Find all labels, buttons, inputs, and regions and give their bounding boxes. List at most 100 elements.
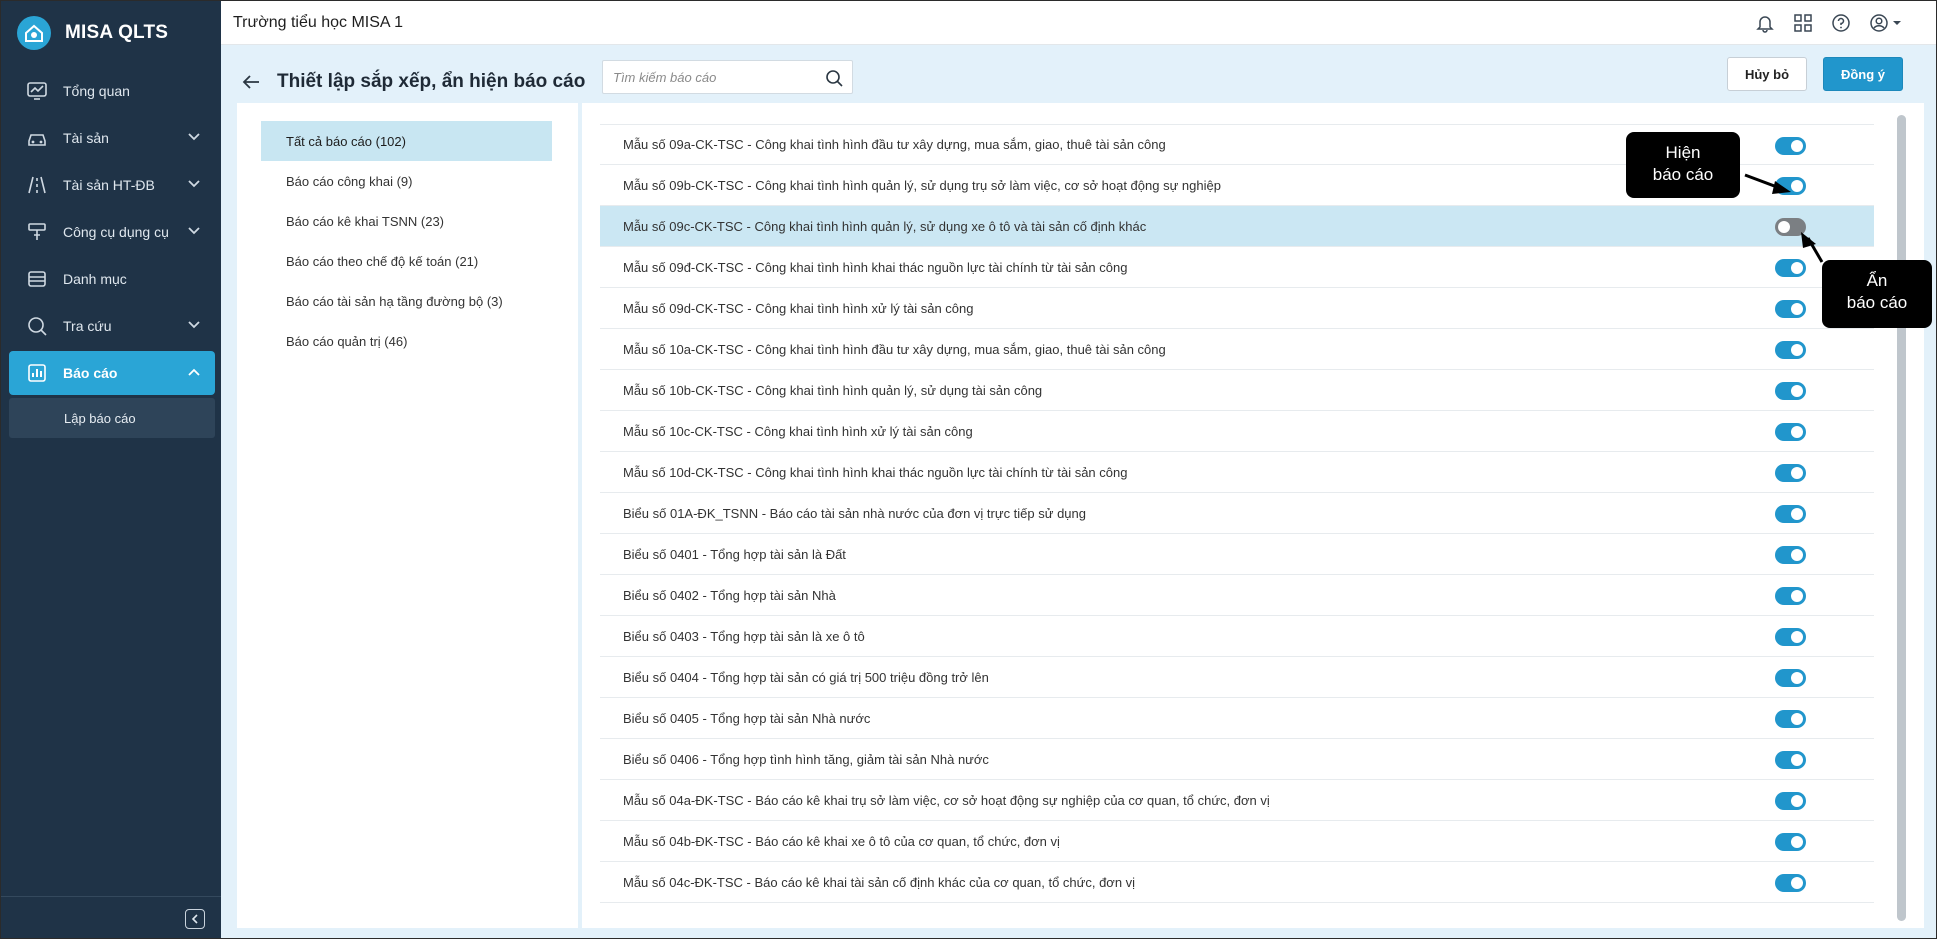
report-row[interactable]: Biểu số 0406 - Tổng hợp tình hình tăng, … — [600, 739, 1874, 780]
sidebar: MISA QLTS Tổng quan Tài sản Tài sản HT-Đ… — [1, 1, 221, 938]
brand[interactable]: MISA QLTS — [17, 15, 168, 51]
visibility-toggle[interactable] — [1775, 792, 1806, 810]
sidebar-item-tong-quan[interactable]: Tổng quan — [9, 69, 215, 113]
visibility-toggle[interactable] — [1775, 833, 1806, 851]
report-row-selected[interactable]: Mẫu số 09c-CK-TSC - Công khai tình hình … — [600, 206, 1874, 247]
visibility-toggle[interactable] — [1775, 751, 1806, 769]
chevron-up-icon[interactable] — [187, 365, 201, 379]
help-icon[interactable] — [1830, 12, 1852, 34]
report-row[interactable]: Biểu số 0403 - Tổng hợp tài sản là xe ô … — [600, 616, 1874, 657]
sidebar-item-tra-cuu[interactable]: Tra cứu — [9, 304, 215, 348]
car-icon — [25, 126, 49, 150]
visibility-toggle[interactable] — [1775, 259, 1806, 277]
report-row[interactable]: Mẫu số 10b-CK-TSC - Công khai tình hình … — [600, 370, 1874, 411]
confirm-button[interactable]: Đồng ý — [1823, 57, 1903, 91]
category-item[interactable]: Báo cáo tài sản hạ tầng đường bộ (3) — [261, 281, 552, 321]
search-input[interactable] — [603, 61, 818, 93]
sidebar-item-label: Tổng quan — [63, 83, 130, 99]
report-row[interactable]: Biểu số 0405 - Tổng hợp tài sản Nhà nước — [600, 698, 1874, 739]
back-arrow-icon[interactable] — [239, 70, 263, 94]
header-actions — [1754, 12, 1906, 34]
toggle-knob — [1791, 713, 1803, 725]
toggle-knob — [1791, 672, 1803, 684]
toggle-knob — [1791, 140, 1803, 152]
visibility-toggle[interactable] — [1775, 341, 1806, 359]
category-item[interactable]: Báo cáo công khai (9) — [261, 161, 552, 201]
visibility-toggle[interactable] — [1775, 300, 1806, 318]
misa-logo-icon — [17, 16, 51, 50]
report-name: Biểu số 0404 - Tổng hợp tài sản có giá t… — [623, 669, 989, 685]
chevron-down-icon[interactable] — [187, 224, 201, 238]
report-name: Biểu số 01A-ĐK_TSNN - Báo cáo tài sản nh… — [623, 505, 1086, 521]
report-name: Mẫu số 10a-CK-TSC - Công khai tình hình … — [623, 341, 1166, 357]
sidebar-item-bao-cao[interactable]: Báo cáo — [9, 351, 215, 395]
toggle-knob — [1791, 344, 1803, 356]
toggle-knob — [1791, 631, 1803, 643]
toggle-knob — [1791, 180, 1803, 192]
report-row[interactable]: Mẫu số 10a-CK-TSC - Công khai tình hình … — [600, 329, 1874, 370]
report-chart-icon — [25, 361, 49, 385]
apps-grid-icon[interactable] — [1792, 12, 1814, 34]
visibility-toggle[interactable] — [1775, 423, 1806, 441]
visibility-toggle[interactable] — [1775, 505, 1806, 523]
report-row[interactable]: Mẫu số 10c-CK-TSC - Công khai tình hình … — [600, 411, 1874, 452]
report-name: Mẫu số 10d-CK-TSC - Công khai tình hình … — [623, 464, 1128, 480]
chevron-left-icon — [191, 914, 198, 924]
scrollbar-thumb[interactable] — [1897, 115, 1906, 921]
chevron-down-icon[interactable] — [187, 177, 201, 191]
callout-text: Ẩn — [1866, 271, 1888, 290]
sidebar-footer — [1, 896, 221, 938]
chevron-down-icon[interactable] — [187, 318, 201, 332]
report-row[interactable]: Mẫu số 09đ-CK-TSC - Công khai tình hình … — [600, 247, 1874, 288]
sidebar-item-danh-muc[interactable]: Danh mục — [9, 257, 215, 301]
toggle-knob — [1791, 549, 1803, 561]
sidebar-item-label: Báo cáo — [63, 365, 118, 381]
report-name: Mẫu số 09đ-CK-TSC - Công khai tình hình … — [623, 259, 1128, 275]
sidebar-item-tai-san-ht-db[interactable]: Tài sản HT-ĐB — [9, 163, 215, 207]
report-row[interactable]: Mẫu số 04b-ĐK-TSC - Báo cáo kê khai xe ô… — [600, 821, 1874, 862]
report-name: Mẫu số 10b-CK-TSC - Công khai tình hình … — [623, 382, 1043, 398]
visibility-toggle[interactable] — [1775, 587, 1806, 605]
visibility-toggle[interactable] — [1775, 218, 1806, 236]
report-row[interactable]: Mẫu số 04c-ĐK-TSC - Báo cáo kê khai tài … — [600, 862, 1874, 903]
category-item[interactable]: Tất cả báo cáo (102) — [261, 121, 552, 161]
cancel-button[interactable]: Hủy bỏ — [1727, 57, 1807, 91]
notification-icon[interactable] — [1754, 12, 1776, 34]
sidebar-item-cong-cu-dung-cu[interactable]: Công cụ dụng cụ — [9, 210, 215, 254]
visibility-toggle[interactable] — [1775, 874, 1806, 892]
sidebar-item-label: Tài sản HT-ĐB — [63, 177, 155, 193]
visibility-toggle[interactable] — [1775, 628, 1806, 646]
report-row[interactable]: Mẫu số 09d-CK-TSC - Công khai tình hình … — [600, 288, 1874, 329]
report-row[interactable]: Biểu số 0404 - Tổng hợp tài sản có giá t… — [600, 657, 1874, 698]
report-name: Mẫu số 04b-ĐK-TSC - Báo cáo kê khai xe ô… — [623, 833, 1060, 849]
category-item[interactable]: Báo cáo kê khai TSNN (23) — [261, 201, 552, 241]
visibility-toggle[interactable] — [1775, 137, 1806, 155]
visibility-toggle[interactable] — [1775, 177, 1806, 195]
toggle-knob — [1791, 303, 1803, 315]
visibility-toggle[interactable] — [1775, 546, 1806, 564]
report-row[interactable]: Biểu số 01A-ĐK_TSNN - Báo cáo tài sản nh… — [600, 493, 1874, 534]
visibility-toggle[interactable] — [1775, 669, 1806, 687]
report-name: Biểu số 0406 - Tổng hợp tình hình tăng, … — [623, 751, 989, 767]
sidebar-subitem-lap-bao-cao[interactable]: Lập báo cáo — [9, 398, 215, 438]
report-row[interactable]: Mẫu số 10d-CK-TSC - Công khai tình hình … — [600, 452, 1874, 493]
report-row[interactable]: Biểu số 0402 - Tổng hợp tài sản Nhà — [600, 575, 1874, 616]
page-header: Thiết lập sắp xếp, ẩn hiện báo cáo — [239, 62, 585, 102]
user-account-icon[interactable] — [1868, 12, 1906, 34]
visibility-toggle[interactable] — [1775, 710, 1806, 728]
vertical-scrollbar[interactable] — [1897, 115, 1906, 921]
category-item[interactable]: Báo cáo theo chế độ kế toán (21) — [261, 241, 552, 281]
tools-icon — [25, 220, 49, 244]
report-search — [602, 60, 853, 94]
report-row[interactable]: Biểu số 0401 - Tổng hợp tài sản là Đất — [600, 534, 1874, 575]
report-name: Mẫu số 09b-CK-TSC - Công khai tình hình … — [623, 177, 1221, 193]
visibility-toggle[interactable] — [1775, 464, 1806, 482]
sidebar-item-tai-san[interactable]: Tài sản — [9, 116, 215, 160]
callout-hide-report: Ẩn báo cáo — [1822, 260, 1932, 328]
collapse-sidebar-button[interactable] — [185, 909, 205, 929]
chevron-down-icon[interactable] — [187, 130, 201, 144]
category-item[interactable]: Báo cáo quản trị (46) — [261, 321, 552, 361]
report-row[interactable]: Mẫu số 04a-ĐK-TSC - Báo cáo kê khai trụ … — [600, 780, 1874, 821]
search-icon[interactable] — [824, 68, 844, 88]
visibility-toggle[interactable] — [1775, 382, 1806, 400]
